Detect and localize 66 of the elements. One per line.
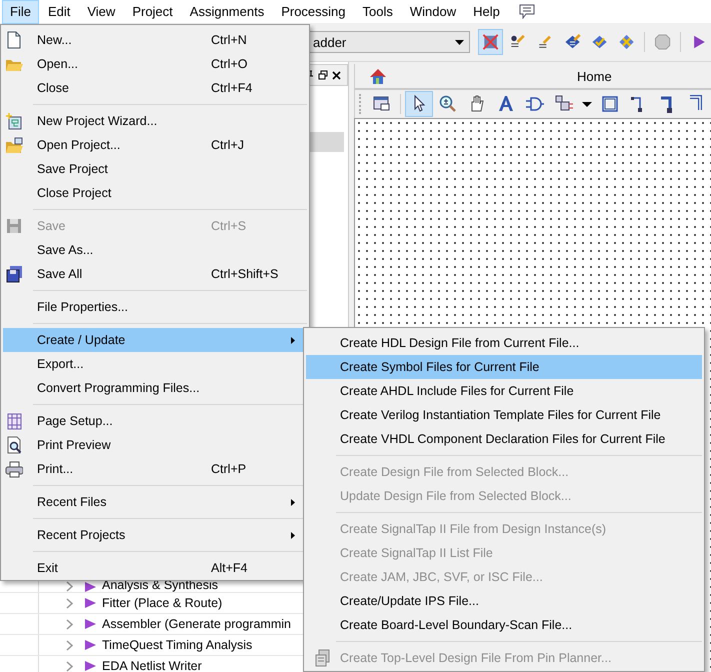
menu-item[interactable]: Save As... bbox=[3, 238, 307, 262]
submenu-arrow-icon bbox=[291, 498, 295, 506]
close-icon[interactable] bbox=[332, 70, 341, 80]
menu-item[interactable]: Open... Ctrl+O bbox=[3, 52, 307, 76]
menu-item[interactable]: Create VHDL Component Declaration Files for Current File bbox=[306, 427, 702, 451]
play-icon[interactable] bbox=[85, 598, 96, 608]
task-label[interactable]: Fitter (Place & Route) bbox=[102, 596, 222, 610]
menu-bar-item[interactable]: Tools bbox=[354, 0, 401, 24]
speech-bubble-icon[interactable] bbox=[518, 4, 535, 19]
menu-item[interactable]: Create AHDL Include Files for Current File bbox=[306, 379, 702, 403]
home-icon[interactable] bbox=[369, 68, 387, 84]
expand-chevron-icon[interactable] bbox=[66, 618, 74, 630]
menu-item[interactable]: Save Project bbox=[3, 157, 307, 181]
page-grid-icon bbox=[5, 412, 23, 430]
magnifier-page-icon bbox=[5, 436, 23, 454]
menu-item[interactable]: Open Project... Ctrl+J bbox=[3, 133, 307, 157]
menu-item[interactable]: Create Verilog Instantiation Template Files for Current File bbox=[306, 403, 702, 427]
menu-item[interactable]: Close Ctrl+F4 bbox=[3, 76, 307, 100]
menu-item[interactable]: Export... bbox=[3, 352, 307, 376]
menu-item[interactable]: Print... Ctrl+P bbox=[3, 457, 307, 481]
menu-item[interactable]: Recent Files bbox=[3, 490, 307, 514]
expand-chevron-icon[interactable] bbox=[66, 598, 74, 608]
folder-diagram-icon bbox=[5, 136, 23, 154]
menu-bar-item[interactable]: Processing bbox=[273, 0, 354, 24]
menu-item[interactable]: Recent Projects bbox=[3, 523, 307, 547]
submenu-arrow-icon bbox=[291, 336, 295, 344]
home-tab[interactable]: Home bbox=[354, 64, 711, 90]
menu-item[interactable]: Create Board-Level Boundary-Scan File... bbox=[306, 613, 702, 637]
tab-title: Home bbox=[577, 68, 612, 84]
expand-chevron-icon[interactable] bbox=[66, 660, 74, 672]
task-label[interactable]: TimeQuest Timing Analysis bbox=[102, 638, 252, 652]
submenu-arrow-icon bbox=[291, 532, 295, 538]
pointer-icon[interactable] bbox=[405, 91, 433, 117]
menu-bar-item[interactable]: Edit bbox=[40, 0, 78, 24]
menu-bar-item[interactable]: Project bbox=[124, 0, 181, 24]
menu-item[interactable]: Create HDL Design File from Current File... bbox=[306, 331, 702, 355]
menu-bar-item[interactable]: File bbox=[2, 0, 39, 24]
menu-item[interactable]: File Properties... bbox=[3, 295, 307, 319]
expand-chevron-icon[interactable] bbox=[66, 581, 74, 592]
task-label[interactable]: Assembler (Generate programmin bbox=[102, 617, 291, 631]
menu-item[interactable]: Create Symbol Files for Current File bbox=[306, 355, 702, 379]
menu-item[interactable]: Create/Update IPS File... bbox=[306, 589, 702, 613]
menu-bar-item[interactable]: Help bbox=[465, 0, 508, 24]
menu-item[interactable]: Convert Programming Files... bbox=[3, 376, 307, 400]
menu-bar-item[interactable]: Assignments bbox=[182, 0, 272, 24]
menu-bar-item[interactable]: Window bbox=[402, 0, 464, 24]
expand-chevron-icon[interactable] bbox=[66, 640, 74, 650]
chip-pages-icon bbox=[314, 649, 332, 667]
restore-icon[interactable] bbox=[318, 70, 328, 80]
menu-item[interactable]: New Project Wizard... bbox=[3, 109, 307, 133]
caret-icon[interactable] bbox=[455, 40, 464, 44]
printer-icon bbox=[5, 460, 23, 478]
menu-item[interactable]: Exit Alt+F4 bbox=[3, 556, 307, 580]
new-file-icon bbox=[5, 31, 23, 49]
wizard-icon bbox=[5, 112, 23, 130]
menu-item[interactable]: Page Setup... bbox=[3, 409, 307, 433]
menu-bar-item[interactable]: View bbox=[79, 0, 124, 24]
menu-item[interactable]: Save All Ctrl+Shift+S bbox=[3, 262, 307, 286]
play-icon[interactable] bbox=[85, 619, 96, 629]
menu-item[interactable]: Print Preview bbox=[3, 433, 307, 457]
menu-item[interactable]: Close Project bbox=[3, 181, 307, 205]
play-icon[interactable] bbox=[85, 661, 96, 671]
task-label[interactable]: Analysis & Synthesis bbox=[102, 578, 218, 592]
play-icon[interactable] bbox=[85, 640, 96, 650]
task-label[interactable]: EDA Netlist Writer bbox=[102, 659, 202, 672]
floppy-disks-icon bbox=[5, 265, 23, 283]
